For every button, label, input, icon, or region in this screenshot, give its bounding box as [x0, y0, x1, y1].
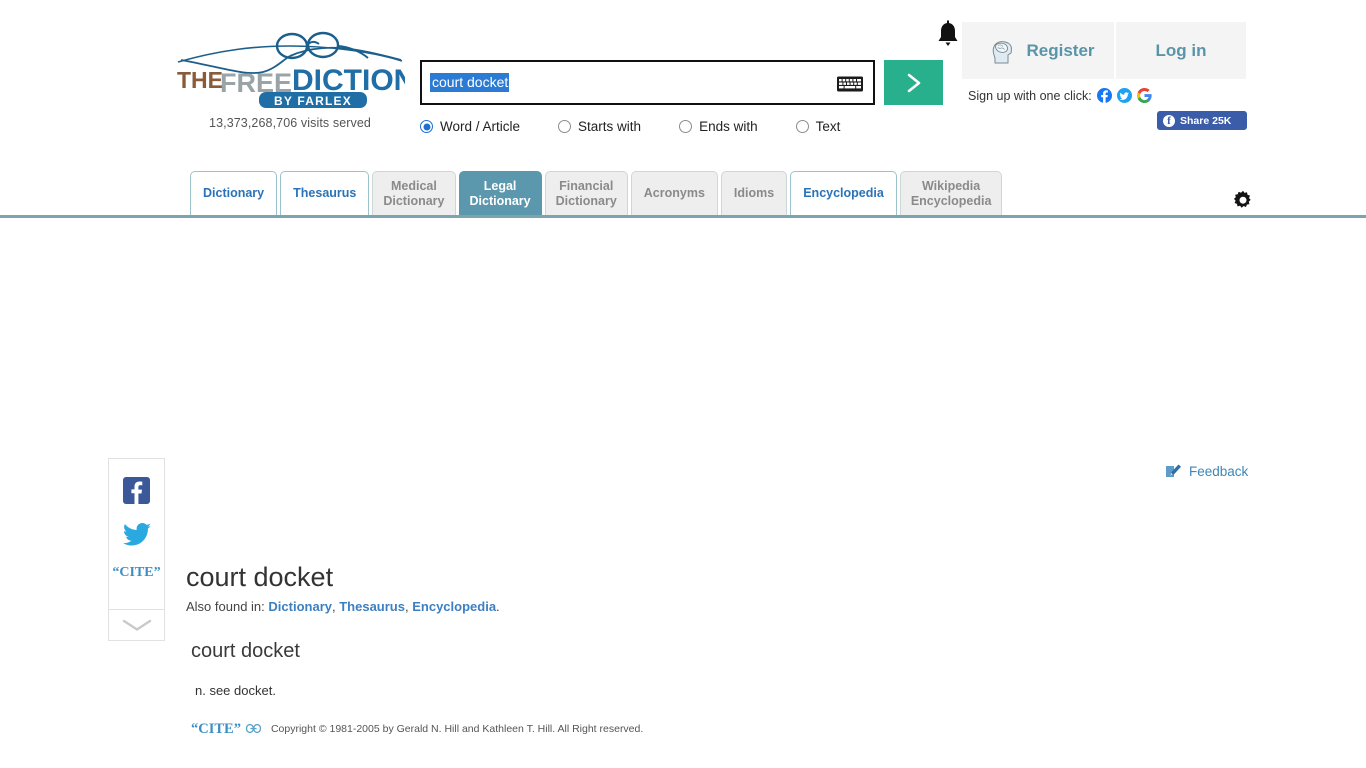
- notification-bell-icon[interactable]: [936, 20, 960, 50]
- citation-line: “CITE” Copyright © 1981-2005 by Gerald N…: [191, 720, 926, 738]
- tab-wikipedia-encyclopedia[interactable]: Wikipedia Encyclopedia: [899, 171, 1003, 215]
- facebook-share-label: Share 25K: [1180, 114, 1232, 127]
- rail-more-button[interactable]: [109, 609, 164, 640]
- keyboard-icon[interactable]: [837, 75, 863, 92]
- tab-label-line2: Encyclopedia: [910, 193, 992, 208]
- definition-block: court docket n. see docket. “CITE” Copyr…: [186, 640, 926, 738]
- site-logo[interactable]: THE FREE DICTIONARY BY FARLEX 13,373,268…: [175, 30, 405, 130]
- register-button[interactable]: Register: [962, 22, 1114, 79]
- account-buttons: Register Log in: [962, 22, 1246, 79]
- search-submit-button[interactable]: [884, 60, 943, 105]
- social-share-rail: “CITE”: [108, 458, 165, 641]
- also-found-period: .: [496, 599, 500, 614]
- radio-starts-with[interactable]: Starts with: [558, 119, 641, 134]
- google-icon[interactable]: [1136, 88, 1152, 104]
- facebook-icon[interactable]: [1096, 88, 1112, 104]
- tab-legal-dictionary[interactable]: Legal Dictionary: [458, 171, 542, 215]
- rail-facebook-button[interactable]: [109, 477, 164, 504]
- definition-text: n. see docket.: [195, 683, 276, 698]
- tab-label-line2: Dictionary: [383, 193, 445, 208]
- free-dictionary-logo-icon: THE FREE DICTIONARY BY FARLEX: [177, 31, 405, 108]
- page-body: “CITE” Feedback court docket Also found …: [0, 218, 1366, 768]
- tab-financial-dictionary[interactable]: Financial Dictionary: [544, 171, 628, 215]
- radio-dot: [679, 120, 693, 133]
- also-found-link-thesaurus[interactable]: Thesaurus: [339, 599, 405, 614]
- login-button[interactable]: Log in: [1116, 22, 1246, 79]
- tab-thesaurus[interactable]: Thesaurus: [280, 171, 370, 215]
- tab-idioms[interactable]: Idioms: [720, 171, 788, 215]
- entry-content: court docket Also found in: Dictionary, …: [186, 561, 926, 738]
- rail-cite-button[interactable]: “CITE”: [109, 565, 164, 595]
- tab-label-line1: Medical: [391, 178, 437, 193]
- page-title: court docket: [186, 562, 334, 592]
- also-found-prefix: Also found in:: [186, 599, 265, 614]
- logo-byline: BY FARLEX: [274, 94, 352, 108]
- also-found-link-encyclopedia[interactable]: Encyclopedia: [412, 599, 496, 614]
- copyright-text: Copyright © 1981-2005 by Gerald N. Hill …: [270, 723, 644, 735]
- feedback-link[interactable]: Feedback: [1165, 463, 1248, 479]
- search-input-value: court docket: [430, 73, 510, 92]
- tab-label-line1: Financial: [559, 178, 614, 193]
- cite-button[interactable]: “CITE”: [191, 721, 241, 738]
- tab-label-line2: Dictionary: [469, 193, 531, 208]
- brain-head-icon: [987, 36, 1017, 66]
- radio-label: Starts with: [578, 119, 642, 134]
- tab-encyclopedia[interactable]: Encyclopedia: [790, 171, 897, 215]
- radio-dot: [558, 120, 572, 133]
- twitter-icon[interactable]: [1116, 88, 1132, 104]
- tab-dictionary[interactable]: Dictionary: [190, 171, 278, 215]
- radio-text[interactable]: Text: [795, 119, 841, 134]
- tab-label-line1: Legal: [483, 178, 517, 193]
- tab-label-line1: Wikipedia: [921, 178, 981, 193]
- facebook-icon: f: [1163, 114, 1175, 127]
- feedback-pencil-icon: [1165, 463, 1182, 479]
- radio-ends-with[interactable]: Ends with: [679, 119, 758, 134]
- also-found-in: Also found in: Dictionary, Thesaurus, En…: [186, 599, 500, 614]
- tab-label: Encyclopedia: [803, 186, 884, 200]
- facebook-share-button[interactable]: f Share 25K: [1157, 111, 1247, 130]
- tab-medical-dictionary[interactable]: Medical Dictionary: [372, 171, 456, 215]
- chevron-right-icon: [907, 73, 920, 92]
- radio-label: Text: [815, 119, 841, 134]
- also-found-link-dictionary[interactable]: Dictionary: [268, 599, 332, 614]
- visits-served: 13,373,268,706 visits served: [209, 116, 371, 130]
- search-mode-radios: Word / Article Starts with Ends with Tex…: [420, 119, 943, 134]
- tab-label-line2: Dictionary: [555, 193, 617, 208]
- signup-label: Sign up with one click:: [968, 88, 1092, 103]
- chevron-down-icon: [122, 619, 151, 631]
- radio-label: Ends with: [699, 119, 758, 134]
- definition-headword: court docket: [191, 640, 300, 662]
- twitter-icon: [122, 523, 151, 546]
- search-input[interactable]: court docket: [420, 60, 875, 105]
- signup-one-click-row: Sign up with one click:: [968, 88, 1152, 104]
- site-header: THE FREE DICTIONARY BY FARLEX 13,373,268…: [0, 0, 1366, 218]
- tab-label: Thesaurus: [293, 186, 357, 200]
- rail-twitter-button[interactable]: [109, 523, 164, 546]
- register-label: Register: [1026, 40, 1095, 60]
- radio-dot: [795, 120, 809, 133]
- category-tabs: Dictionary Thesaurus Medical Dictionary L…: [190, 171, 1005, 215]
- tab-label: Dictionary: [203, 186, 265, 200]
- tab-label: Idioms: [733, 186, 775, 200]
- facebook-icon: [123, 477, 150, 504]
- link-icon[interactable]: [245, 720, 262, 738]
- search-area: court docket Word / Article Starts with …: [420, 60, 943, 134]
- radio-label: Word / Article: [440, 119, 521, 134]
- feedback-label: Feedback: [1189, 463, 1249, 479]
- tab-label: Acronyms: [643, 186, 705, 200]
- radio-word-article[interactable]: Word / Article: [420, 119, 520, 134]
- login-label: Log in: [1155, 40, 1207, 60]
- radio-dot: [420, 120, 433, 133]
- tab-acronyms[interactable]: Acronyms: [630, 171, 718, 215]
- gear-icon[interactable]: [1232, 190, 1254, 212]
- logo-the: THE: [177, 67, 223, 93]
